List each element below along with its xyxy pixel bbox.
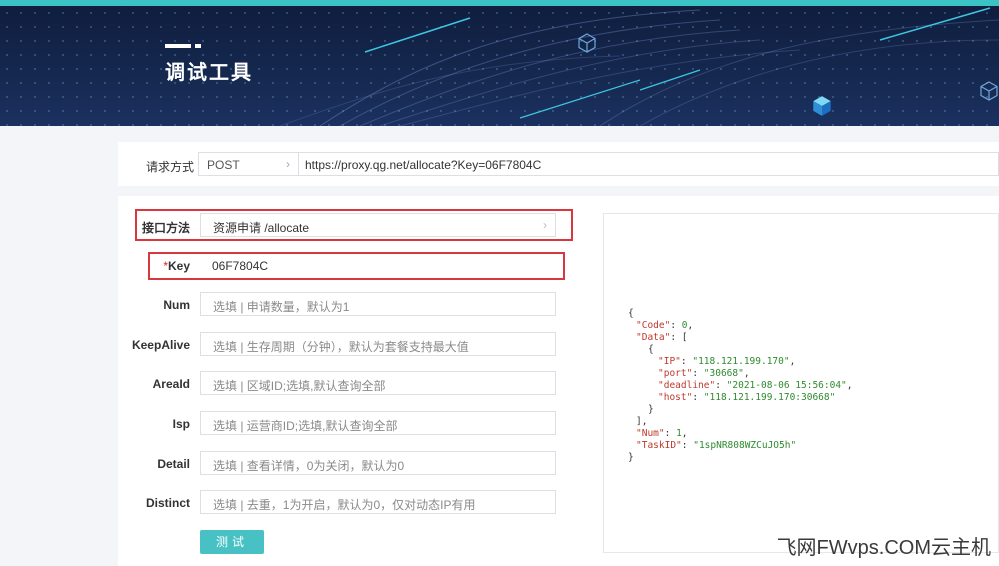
header-banner: 调试工具 [0, 0, 999, 126]
wave-decoration [279, 7, 999, 126]
form-panel: 接口方法 资源申请 /allocate › *Key 06F7804C Num … [118, 196, 999, 566]
keepalive-label: KeepAlive [131, 338, 190, 352]
request-url-value: https://proxy.qg.net/allocate?Key=06F780… [305, 158, 542, 172]
cube-solid-icon [813, 96, 831, 116]
cube-outline-icon-right [980, 81, 998, 101]
isp-label: Isp [172, 417, 190, 431]
num-placeholder: 选填 | 申请数量，默认为1 [213, 300, 350, 314]
areaid-placeholder: 选填 | 区域ID;选填,默认查询全部 [213, 379, 386, 393]
cube-outline-icon [578, 33, 596, 53]
key-label-text: Key [167, 259, 190, 273]
num-label: Num [163, 298, 190, 312]
json-line: "host": "118.121.199.170:30668" [658, 392, 836, 403]
request-method-value: POST [207, 158, 240, 172]
method-label: 接口方法 [141, 221, 190, 235]
title-dash [165, 44, 191, 48]
chevron-right-icon: › [286, 157, 290, 171]
isp-input[interactable]: 选填 | 运营商ID;选填,默认查询全部 [200, 411, 556, 435]
keepalive-placeholder: 选填 | 生存周期（分钟），默认为套餐支持最大值 [213, 340, 469, 354]
json-line: "port": "30668", [658, 368, 750, 379]
isp-placeholder: 选填 | 运营商ID;选填,默认查询全部 [213, 419, 398, 433]
keepalive-input[interactable]: 选填 | 生存周期（分钟），默认为套餐支持最大值 [200, 332, 556, 356]
areaid-input[interactable]: 选填 | 区域ID;选填,默认查询全部 [200, 371, 556, 395]
json-line: "Num": 1, [636, 428, 688, 439]
distinct-input[interactable]: 选填 | 去重，1为开启，默认为0，仅对动态IP有用 [200, 490, 556, 514]
request-method-select[interactable]: POST › [198, 152, 298, 176]
method-value: 资源申请 /allocate [213, 221, 310, 235]
json-line: "TaskID": "1spNR808WZCuJO5h" [636, 440, 797, 451]
json-line: "Code": 0, [636, 320, 694, 331]
json-line: "Data": [ [636, 332, 688, 343]
page-title: 调试工具 [165, 62, 253, 84]
key-input[interactable]: 06F7804C [200, 254, 556, 278]
request-panel: 请求方式 POST › https://proxy.qg.net/allocat… [118, 142, 999, 186]
watermark: 飞网FWvps.COM云主机 [776, 537, 991, 559]
json-line: "IP": "118.121.199.170", [658, 356, 796, 367]
test-button[interactable]: 测试 [200, 530, 264, 554]
distinct-placeholder: 选填 | 去重，1为开启，默认为0，仅对动态IP有用 [213, 498, 476, 512]
json-line: { [628, 308, 634, 319]
detail-label: Detail [157, 457, 190, 471]
num-input[interactable]: 选填 | 申请数量，默认为1 [200, 292, 556, 316]
json-line: ], [636, 416, 648, 427]
distinct-label: Distinct [145, 496, 190, 510]
areaid-label: AreaId [152, 377, 190, 391]
response-output: { "Code": 0, "Data": [ { "IP": "118.121.… [603, 213, 999, 553]
json-line: } [628, 452, 634, 463]
json-line: } [648, 404, 654, 415]
title-dash-small [195, 44, 201, 48]
key-value: 06F7804C [212, 259, 269, 273]
request-method-label: 请求方式 [146, 160, 195, 174]
detail-placeholder: 选填 | 查看详情，0为关闭，默认为0 [213, 459, 405, 473]
json-line: { [648, 344, 654, 355]
key-label: *Key [118, 259, 190, 273]
request-url-field[interactable]: https://proxy.qg.net/allocate?Key=06F780… [298, 152, 999, 176]
chevron-right-icon: › [543, 218, 547, 232]
method-select[interactable]: 资源申请 /allocate › [200, 213, 556, 237]
json-line: "deadline": "2021-08-06 15:56:04", [658, 380, 853, 391]
detail-input[interactable]: 选填 | 查看详情，0为关闭，默认为0 [200, 451, 556, 475]
